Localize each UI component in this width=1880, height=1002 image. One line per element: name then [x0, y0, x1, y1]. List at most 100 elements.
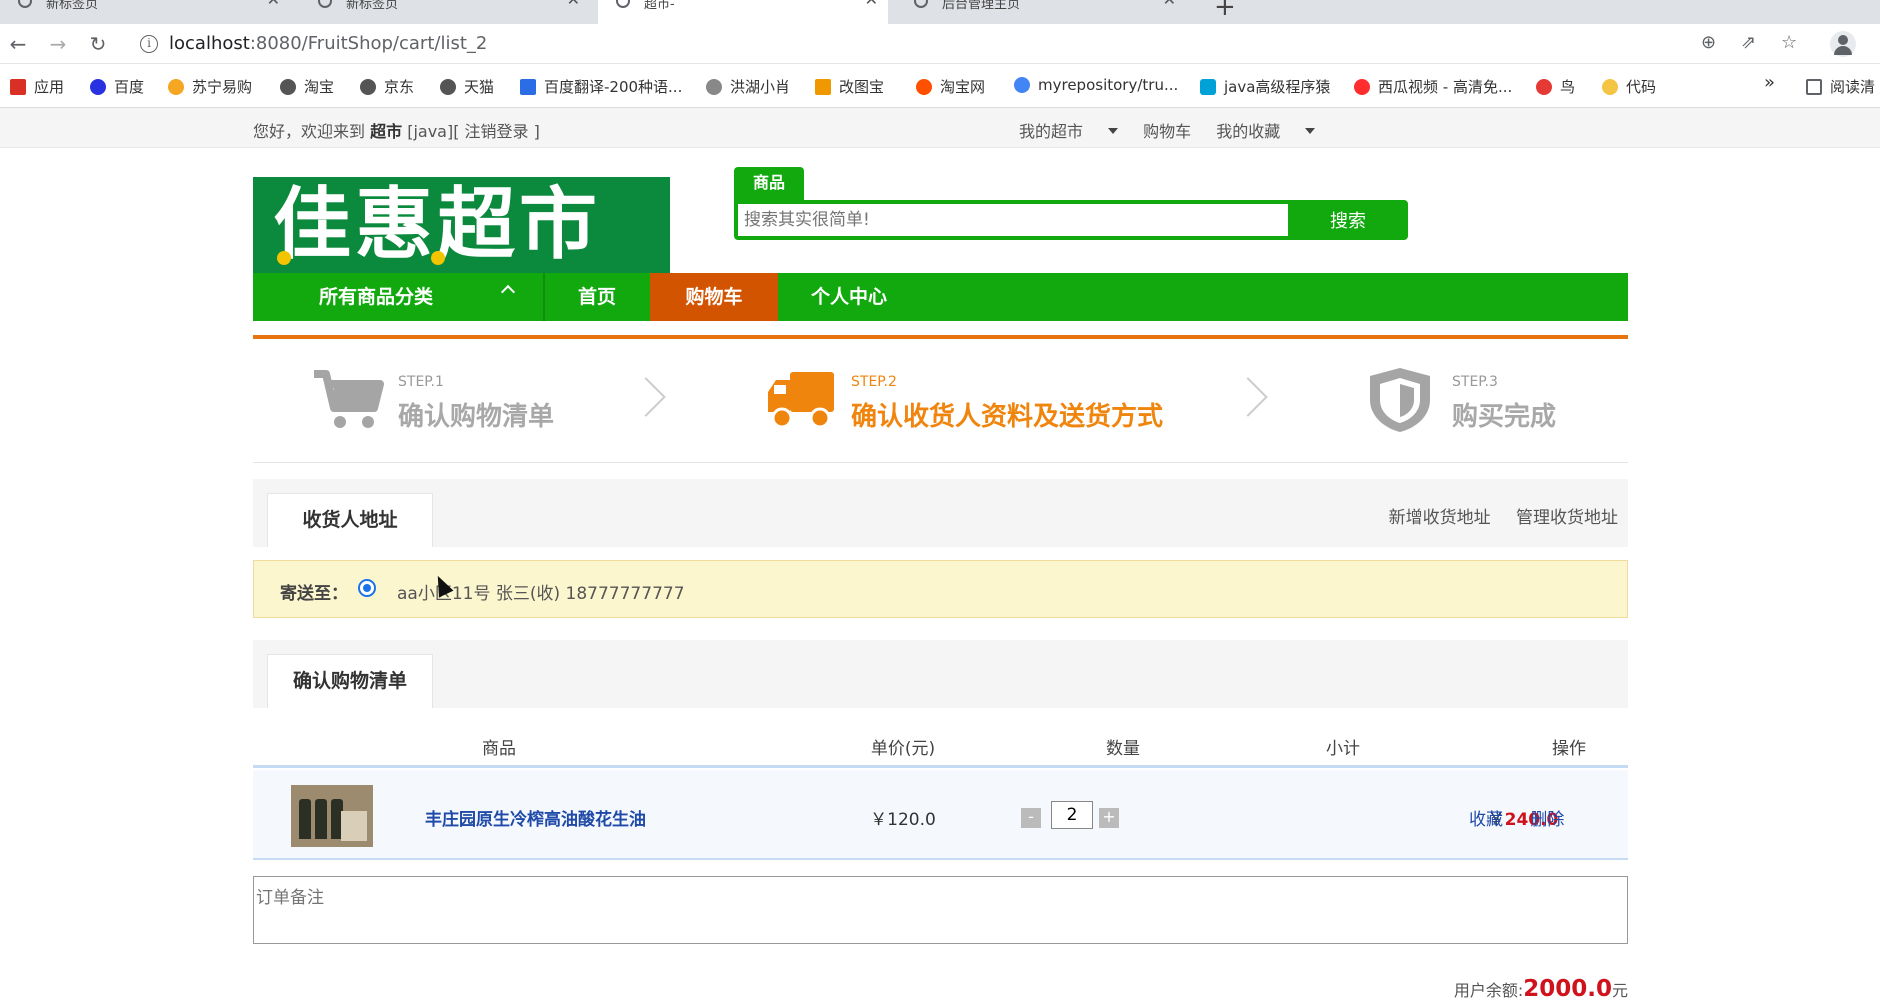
star-icon[interactable]: ☆ [1781, 32, 1797, 53]
my-shop-link[interactable]: 我的超市 [1019, 122, 1119, 141]
chevron-up-icon [500, 284, 516, 300]
bookmark-label: 改图宝 [839, 78, 885, 96]
url-host: localhost [169, 33, 250, 54]
close-icon[interactable]: ✕ [1163, 0, 1176, 8]
bookmark-item[interactable]: 京东 [360, 76, 414, 97]
bookmark-item[interactable]: 百度翻译-200种语... [520, 76, 682, 97]
search-input[interactable] [738, 204, 1288, 236]
url-text[interactable]: localhost:8080/FruitShop/cart/list_2 [169, 33, 487, 54]
user-logout-link[interactable]: [java][ 注销登录 ] [402, 122, 540, 141]
taobao-icon [916, 79, 932, 95]
browser-tab[interactable]: 新标签页 ✕ [300, 0, 590, 24]
reading-list[interactable]: 阅读清 [1806, 76, 1875, 97]
info-icon[interactable]: i [140, 35, 158, 53]
nav-cart[interactable]: 购物车 [650, 273, 778, 321]
close-icon[interactable]: ✕ [865, 0, 878, 8]
bookmark-item[interactable]: java高级程序猿 [1200, 76, 1330, 97]
baidu-icon [90, 79, 106, 95]
url-path: :8080/FruitShop/cart/list_2 [249, 33, 488, 54]
nav-user-center[interactable]: 个人中心 [778, 273, 920, 321]
chevron-right-icon [626, 377, 666, 417]
bookmarks-overflow-icon[interactable]: » [1764, 72, 1775, 93]
quantity-input[interactable] [1051, 801, 1093, 829]
product-name-link[interactable]: 丰庄园原生冷榨高油酸花生油 [425, 805, 646, 830]
bookmarks-bar: 应用 百度 苏宁易购 淘宝 京东 天猫 百度翻译-200种语... 洪湖小肖 改… [0, 64, 1880, 108]
bottle-shape [299, 799, 311, 839]
ship-to-label: 寄送至： [280, 584, 348, 604]
order-remark-textarea[interactable] [253, 876, 1628, 944]
tab-title: 新标签页 [346, 0, 399, 12]
cart-link[interactable]: 购物车 [1143, 122, 1191, 141]
bookmark-item[interactable]: 天猫 [440, 76, 494, 97]
product-image[interactable] [291, 785, 373, 847]
gaitubao-icon [815, 79, 831, 95]
delete-link[interactable]: 删除 [1530, 810, 1564, 830]
globe-icon [914, 0, 928, 8]
search-box: 搜索 [734, 200, 1408, 240]
row-actions: 收藏 删除 [1469, 805, 1586, 830]
address-bar[interactable]: i localhost:8080/FruitShop/cart/list_2 ⊕… [128, 28, 1838, 60]
address-radio[interactable] [358, 579, 376, 597]
search-category-tab[interactable]: 商品 [734, 167, 804, 201]
browser-tab-active[interactable]: 超市- ✕ [598, 0, 888, 24]
bookmark-item[interactable]: 百度 [90, 76, 144, 97]
address-section-header: 收货人地址 新增收货地址 管理收货地址 [253, 479, 1628, 547]
profile-avatar-icon[interactable] [1830, 31, 1856, 57]
bookmark-label: 代码 [1626, 78, 1657, 96]
bookmark-label: 苏宁易购 [192, 78, 253, 96]
bookmark-item[interactable]: 代码 [1602, 76, 1656, 97]
nav-home[interactable]: 首页 [545, 273, 649, 321]
forward-icon[interactable]: → [46, 32, 70, 56]
code-icon [1602, 79, 1618, 95]
balance-value: 2000.0 [1523, 976, 1612, 1002]
caret-down-icon [1108, 128, 1119, 134]
qty-increase-button[interactable]: + [1099, 808, 1119, 828]
close-icon[interactable]: ✕ [567, 0, 580, 8]
col-actions: 操作 [1552, 739, 1586, 759]
bookmark-item[interactable]: myrepository/tru... [1014, 76, 1178, 94]
zoom-icon[interactable]: ⊕ [1701, 32, 1716, 53]
favorites-link[interactable]: 我的收藏 [1216, 122, 1316, 141]
favorite-link[interactable]: 收藏 [1469, 810, 1503, 830]
nav-underline [253, 335, 1628, 339]
bookmark-item[interactable]: 苏宁易购 [168, 76, 252, 97]
qty-decrease-button[interactable]: - [1021, 808, 1041, 828]
browser-tab[interactable]: 后台管理主页 ✕ [896, 0, 1186, 24]
manage-address-link[interactable]: 管理收货地址 [1516, 508, 1618, 528]
apps-grid-icon [10, 79, 26, 95]
site-logo[interactable]: 佳惠超市 [253, 177, 670, 273]
back-icon[interactable]: ← [6, 32, 30, 56]
step-number: STEP.3 [1452, 374, 1498, 390]
bookmark-icon [706, 79, 722, 95]
bookmark-item[interactable]: 洪湖小肖 [706, 76, 790, 97]
add-address-link[interactable]: 新增收货地址 [1389, 508, 1491, 528]
search-button[interactable]: 搜索 [1292, 204, 1404, 236]
suning-icon [168, 79, 184, 95]
tab-title: 超市- [644, 0, 675, 12]
reload-icon[interactable]: ↻ [86, 32, 110, 56]
close-icon[interactable]: ✕ [267, 0, 280, 8]
bookmark-label: java高级程序猿 [1224, 78, 1331, 96]
main-nav: 所有商品分类 首页 购物车 个人中心 [253, 273, 1628, 321]
shop-name: 超市 [370, 122, 403, 141]
col-qty: 数量 [1106, 739, 1140, 759]
globe-icon [318, 0, 332, 8]
col-price: 单价(元) [870, 739, 936, 759]
bookmark-item[interactable]: 淘宝网 [916, 76, 985, 97]
bookmark-apps[interactable]: 应用 [10, 76, 64, 97]
bookmark-item[interactable]: 西瓜视频 - 高清免... [1354, 76, 1512, 97]
all-categories-menu[interactable]: 所有商品分类 [253, 273, 543, 321]
browser-tab[interactable]: 新标签页 ✕ [0, 0, 290, 24]
share-icon[interactable]: ⇗ [1741, 32, 1756, 53]
bookmark-item[interactable]: 改图宝 [815, 76, 884, 97]
new-tab-icon[interactable]: + [1214, 0, 1236, 22]
cart-list-tab[interactable]: 确认购物清单 [267, 654, 433, 708]
address-tab[interactable]: 收货人地址 [267, 493, 433, 547]
bookmark-item[interactable]: 淘宝 [280, 76, 334, 97]
bookmark-item[interactable]: 鸟 [1536, 76, 1575, 97]
shipping-address-row: 寄送至： aa小区11号 张三(收) 18777777777 [253, 560, 1628, 618]
bookmark-label: 西瓜视频 - 高清免... [1378, 78, 1513, 96]
reading-list-label: 阅读清 [1830, 78, 1876, 96]
box-shape [341, 811, 367, 841]
table-row: 丰庄园原生冷榨高油酸花生油 ￥120.0 - + ￥240.0 收藏 删除 [253, 770, 1628, 860]
